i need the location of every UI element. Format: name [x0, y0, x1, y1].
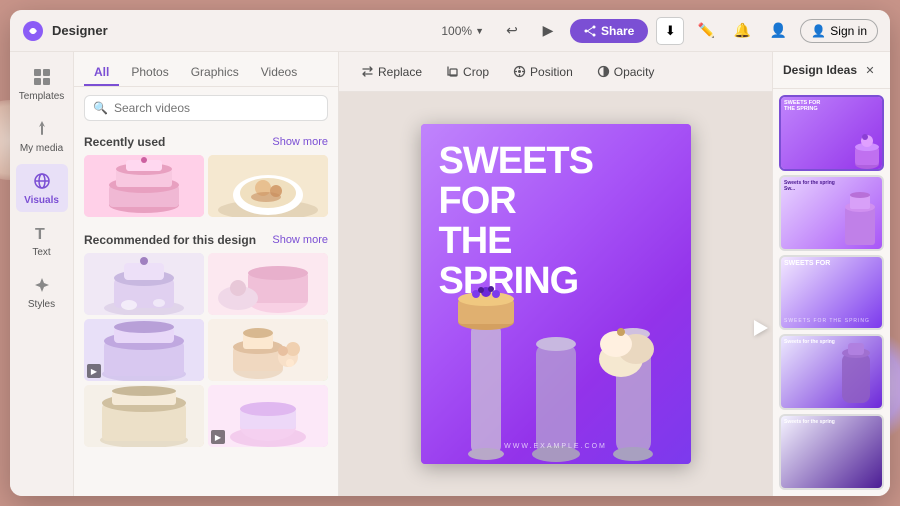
- design-ideas-header: Design Ideas ✕: [773, 52, 890, 89]
- app-window: Designer 100% ▼ ↩ ▶ Share ⬇ ✏️ 🔔 👤 👤 Sig…: [10, 10, 890, 496]
- canvas-area: Replace Crop: [339, 52, 772, 496]
- design-idea-2[interactable]: Sweets for the springSw...: [779, 175, 884, 251]
- app-logo: [22, 20, 44, 42]
- opacity-icon: [597, 65, 610, 78]
- design-idea-4[interactable]: Sweets for the spring: [779, 334, 884, 410]
- sidebar-item-styles[interactable]: Styles: [16, 268, 68, 316]
- recently-used-grid: [84, 155, 328, 217]
- media-thumb-8[interactable]: ▶: [208, 385, 328, 447]
- media-thumb-3[interactable]: [84, 253, 204, 315]
- visuals-icon: [31, 170, 53, 192]
- title-bar: Designer 100% ▼ ↩ ▶ Share ⬇ ✏️ 🔔 👤 👤 Sig…: [10, 10, 890, 52]
- pen-button[interactable]: ✏️: [692, 17, 720, 45]
- redo-button[interactable]: ▶: [534, 17, 562, 45]
- media-thumb-1[interactable]: [84, 155, 204, 217]
- recently-used-section: Recently used Show more: [74, 129, 338, 227]
- canvas-content: SWEETS FOR THE SPRING: [339, 92, 772, 496]
- sidebar-item-text[interactable]: T Text: [16, 216, 68, 264]
- undo-button[interactable]: ↩: [498, 17, 526, 45]
- search-icon: 🔍: [93, 101, 108, 115]
- recommended-grid: ▶: [84, 253, 328, 447]
- media-thumb-6[interactable]: [208, 319, 328, 381]
- panel-scroll: Recently used Show more: [74, 129, 338, 496]
- design-ideas-list: Sweets forthe spring Sweets for the s: [773, 89, 890, 496]
- sidebar-item-media[interactable]: My media: [16, 112, 68, 160]
- design-idea-1[interactable]: Sweets forthe spring: [779, 95, 884, 171]
- show-more-recently[interactable]: Show more: [272, 136, 328, 148]
- download-button[interactable]: ⬇: [656, 17, 684, 45]
- media-thumb-4[interactable]: [208, 253, 328, 315]
- bell-button[interactable]: 🔔: [728, 17, 756, 45]
- sidebar: Templates My media: [10, 52, 74, 496]
- opacity-button[interactable]: Opacity: [589, 61, 663, 83]
- media-thumb-2[interactable]: [208, 155, 328, 217]
- media-thumb-5[interactable]: ▶: [84, 319, 204, 381]
- signin-button[interactable]: 👤 Sign in: [800, 19, 878, 43]
- recommended-section: Recommended for this design Show more: [74, 227, 338, 457]
- show-more-recommended[interactable]: Show more: [272, 234, 328, 246]
- zoom-control[interactable]: 100% ▼: [435, 21, 490, 41]
- styles-icon: [31, 274, 53, 296]
- search-box[interactable]: 🔍: [84, 95, 328, 121]
- tab-videos[interactable]: Videos: [251, 60, 307, 86]
- replace-icon: [361, 65, 374, 78]
- cake-decoration: [421, 244, 691, 464]
- video-icon-8: ▶: [211, 430, 225, 444]
- tab-graphics[interactable]: Graphics: [181, 60, 249, 86]
- design-canvas[interactable]: SWEETS FOR THE SPRING: [421, 124, 691, 464]
- crop-icon: [446, 65, 459, 78]
- close-design-ideas-button[interactable]: ✕: [860, 60, 880, 80]
- tab-all[interactable]: All: [84, 60, 119, 86]
- design-ideas-title: Design Ideas: [783, 63, 857, 77]
- media-icon: [31, 118, 53, 140]
- media-thumb-7[interactable]: [84, 385, 204, 447]
- toolbar-bar: Replace Crop: [339, 52, 772, 92]
- replace-button[interactable]: Replace: [353, 61, 430, 83]
- app-name: Designer: [52, 23, 108, 38]
- tab-photos[interactable]: Photos: [121, 60, 178, 86]
- position-icon: [513, 65, 526, 78]
- text-icon: T: [31, 222, 53, 244]
- person-button[interactable]: 👤: [764, 17, 792, 45]
- share-button[interactable]: Share: [570, 19, 648, 43]
- canvas-url: WWW.EXAMPLE.COM: [421, 443, 691, 450]
- templates-icon: [31, 66, 53, 88]
- video-icon-5: ▶: [87, 364, 101, 378]
- section-header-recommended: Recommended for this design Show more: [84, 233, 328, 247]
- left-panel: All Photos Graphics Videos 🔍 Recently us…: [74, 52, 339, 496]
- recently-used-title: Recently used: [84, 135, 165, 149]
- section-header-recently: Recently used Show more: [84, 135, 328, 149]
- design-idea-3[interactable]: SWEETS FOR sweets for the spring: [779, 255, 884, 331]
- recommended-title: Recommended for this design: [84, 233, 256, 247]
- crop-button[interactable]: Crop: [438, 61, 497, 83]
- sidebar-item-visuals[interactable]: Visuals: [16, 164, 68, 212]
- sidebar-item-templates[interactable]: Templates: [16, 60, 68, 108]
- design-idea-5[interactable]: Sweets for the spring: [779, 414, 884, 490]
- panel-search: 🔍: [74, 87, 338, 129]
- search-input[interactable]: [114, 101, 319, 115]
- position-button[interactable]: Position: [505, 61, 581, 83]
- right-panel: Design Ideas ✕ Sweets forthe spring: [772, 52, 890, 496]
- svg-text:T: T: [35, 226, 45, 243]
- panel-tabs: All Photos Graphics Videos: [74, 52, 338, 87]
- content-area: Templates My media: [10, 52, 890, 496]
